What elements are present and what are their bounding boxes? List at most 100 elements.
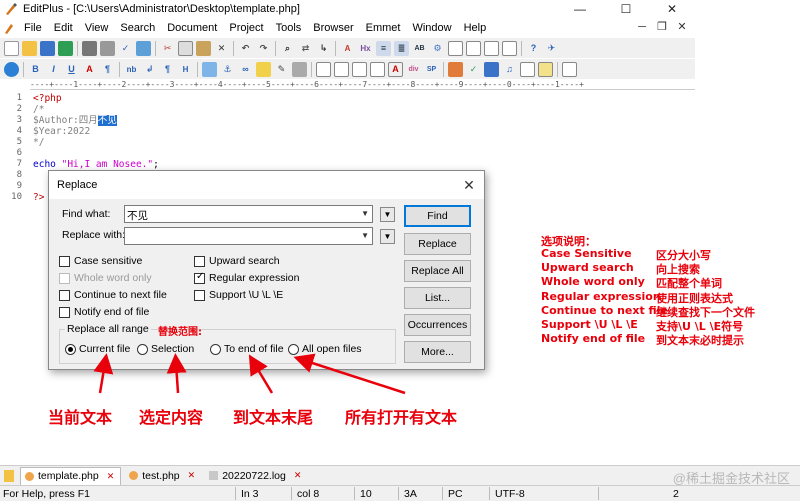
replace-all-button[interactable]: Replace All [404,260,471,282]
browser-preview-icon[interactable] [136,40,151,56]
underline-icon[interactable]: U [64,62,79,77]
dialog-close-button[interactable]: ✕ [460,176,478,194]
case-sensitive-checkbox[interactable]: Case sensitive [59,255,142,267]
form-icon[interactable] [334,61,349,77]
menu-tools[interactable]: Tools [270,18,308,38]
status-encoding[interactable]: UTF-8 [495,488,525,500]
radio-dot[interactable] [65,343,76,355]
settings-gear-icon[interactable]: ⚙ [430,41,445,56]
html-toolbar-toggle-icon[interactable] [562,61,577,77]
goto-icon[interactable]: ↳ [316,41,331,56]
doc-restore-button[interactable]: ❐ [655,18,669,36]
copy-icon[interactable] [178,40,193,56]
line-break-icon[interactable]: ↲ [142,62,157,77]
word-wrap-icon[interactable]: ≡ [376,40,391,56]
menu-view[interactable]: View [79,18,115,38]
radio-dot[interactable] [210,343,221,355]
replace-icon[interactable]: ⇄ [298,41,313,56]
tab-test-php[interactable]: test.php ✕ [125,467,201,485]
replace-options-dropdown-button[interactable]: ▼ [380,229,395,244]
find-button[interactable]: Find [404,205,471,227]
checkbox-box-checked[interactable] [194,271,205,284]
support-ule-checkbox[interactable]: Support \U \L \E [194,289,283,301]
menu-edit[interactable]: Edit [48,18,79,38]
comment-icon[interactable] [538,61,553,77]
chevron-down-icon[interactable]: ▼ [361,231,369,240]
notify-end-checkbox[interactable]: Notify end of file [59,306,149,318]
heading-icon[interactable]: H [178,62,193,77]
print-preview-icon[interactable] [100,40,115,56]
hex-icon[interactable]: Hx [358,41,373,56]
tab-close-icon[interactable]: ✕ [294,470,302,481]
italic-icon[interactable]: I [46,62,61,77]
newline-icon[interactable]: ¶ [160,62,175,77]
marker-icon[interactable] [256,61,271,77]
new-file-icon[interactable] [4,40,19,56]
directory-window-icon[interactable] [448,40,463,56]
range-all-open-radio[interactable]: All open files [288,343,362,355]
menu-search[interactable]: Search [114,18,161,38]
redo-icon[interactable]: ↷ [256,41,271,56]
hr-icon[interactable] [292,61,307,77]
checkbox-box[interactable] [59,272,70,284]
menu-browser[interactable]: Browser [307,18,359,38]
doc-minimize-button[interactable]: ─ [635,18,649,36]
maximize-button[interactable]: ☐ [603,0,649,18]
undo-icon[interactable]: ↶ [238,41,253,56]
image-icon[interactable] [202,61,217,77]
span-icon[interactable]: SP [424,62,439,77]
spellcheck-icon[interactable]: ✓ [118,41,133,56]
find-icon[interactable]: ⌕ [280,41,295,56]
radio-dot[interactable] [288,343,299,355]
menu-document[interactable]: Document [161,18,223,38]
pencil-icon[interactable]: ✎ [274,62,289,77]
range-selection-radio[interactable]: Selection [137,343,194,355]
pin-icon[interactable]: ✈ [544,41,559,56]
frame-icon[interactable] [520,61,535,77]
input-icon[interactable] [352,61,367,77]
globe-icon[interactable] [4,61,19,77]
menu-window[interactable]: Window [406,18,457,38]
div-icon[interactable]: div [406,62,421,77]
save-icon[interactable] [40,40,55,56]
cliptext-window-icon[interactable] [466,40,481,56]
close-button[interactable]: ✕ [649,0,695,18]
paragraph-icon[interactable]: ¶ [100,62,115,77]
checkbox-box[interactable] [59,306,70,318]
folder-icon[interactable] [4,469,14,482]
checkbox-box[interactable] [59,255,70,267]
menu-file[interactable]: File [18,18,48,38]
select-icon[interactable] [370,61,385,77]
open-folder-icon[interactable] [22,40,37,56]
print-icon[interactable] [82,40,97,56]
doc-close-button[interactable]: ✕ [675,18,689,36]
list-button[interactable]: List... [404,287,471,309]
regex-checkbox[interactable]: Regular expression [194,271,299,284]
menu-help[interactable]: Help [458,18,493,38]
more-button[interactable]: More... [404,341,471,363]
ruler-icon[interactable]: AB [412,41,427,56]
checkbox-box[interactable] [194,289,205,301]
range-to-end-radio[interactable]: To end of file [210,343,284,355]
menu-project[interactable]: Project [223,18,269,38]
link-icon[interactable]: ∞ [238,62,253,77]
find-options-dropdown-button[interactable]: ▼ [380,207,395,222]
delete-icon[interactable]: ✕ [214,41,229,56]
validate-icon[interactable]: ✓ [466,62,481,77]
anchor-icon[interactable]: ⚓ [220,62,235,77]
tab-template-php[interactable]: template.php ✕ [20,466,122,485]
help-icon[interactable]: ? [526,41,541,56]
cut-icon[interactable]: ✂ [160,41,175,56]
minimize-button[interactable]: — [557,0,603,18]
tab-close-icon[interactable]: ✕ [107,471,115,482]
bold-icon[interactable]: B [28,62,43,77]
table-icon[interactable] [316,61,331,77]
checkbox-box[interactable] [59,289,70,301]
save-all-icon[interactable] [58,40,73,56]
media-icon[interactable] [484,61,499,77]
menu-emmet[interactable]: Emmet [360,18,407,38]
line-number-icon[interactable]: ≣ [394,40,409,56]
font-a-icon[interactable]: A [340,41,355,56]
radio-dot[interactable] [137,343,148,355]
nbsp-icon[interactable]: nb [124,62,139,77]
